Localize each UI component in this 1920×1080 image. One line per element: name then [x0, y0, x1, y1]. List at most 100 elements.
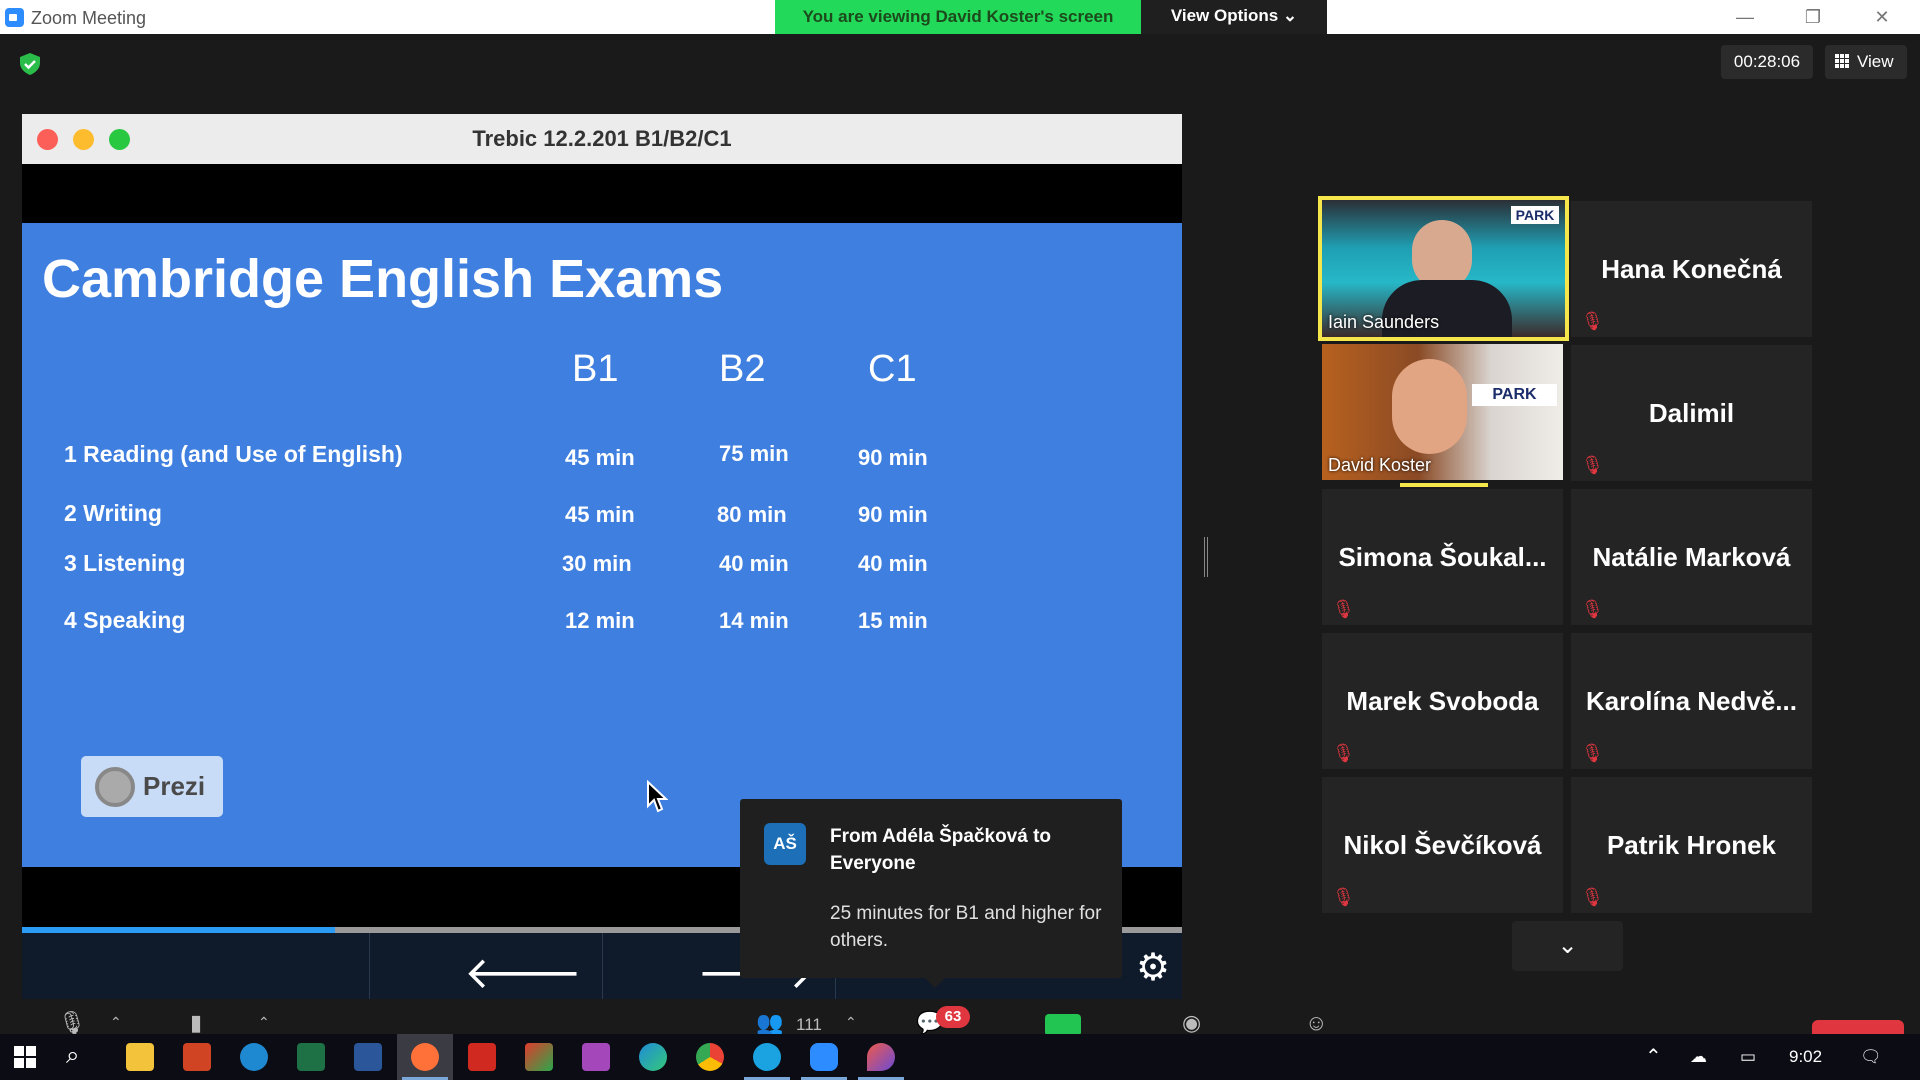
column-header-c1: C1 — [868, 348, 917, 390]
taskbar-clock[interactable]: 9:02 — [1789, 1047, 1822, 1067]
minimize-button[interactable]: — — [1725, 4, 1765, 30]
participant-name: Dalimil — [1648, 398, 1735, 428]
grid-icon — [1835, 54, 1849, 68]
participant-name: Iain Saunders — [1328, 312, 1440, 332]
reactions-icon[interactable]: ☺ — [1305, 1010, 1327, 1034]
video-tile-iain-saunders[interactable]: PARK Iain Saunders — [1318, 196, 1569, 341]
onedrive-icon[interactable]: ☁ — [1690, 1047, 1707, 1067]
participant-tile[interactable]: Patrik Hronek 🎙︎ — [1571, 777, 1812, 913]
share-screen-icon[interactable] — [1045, 1014, 1081, 1034]
presentation-slide: Cambridge English Exams B1 B2 C1 1 Readi… — [22, 223, 1182, 867]
chat-message: 25 minutes for B1 and higher for others. — [830, 903, 1102, 951]
excel-icon[interactable] — [297, 1043, 325, 1071]
participants-count: 111 — [796, 1015, 822, 1034]
app-icon[interactable] — [753, 1043, 781, 1071]
restore-button[interactable]: ❐ — [1793, 4, 1833, 30]
muted-mic-icon: 🎙︎ — [1332, 743, 1355, 763]
participant-name: Hana Konečná — [1601, 254, 1782, 284]
powerpoint-icon[interactable] — [183, 1043, 211, 1071]
park-logo-badge: PARK — [1511, 206, 1559, 224]
participant-name: Karolína Nedvě... — [1586, 686, 1797, 716]
participant-name: Nikol Ševčíková — [1343, 830, 1542, 860]
previous-slide-arrow-icon[interactable]: 🡐 — [464, 945, 582, 999]
window-title: Zoom Meeting — [31, 8, 147, 28]
table-cell: 12 min — [565, 608, 635, 633]
chevron-up-icon[interactable]: ⌃ — [1645, 1044, 1662, 1069]
search-icon[interactable]: ⌕ — [66, 1042, 79, 1070]
participant-name: Marek Svoboda — [1346, 686, 1539, 716]
zoom-taskbar-icon[interactable] — [810, 1043, 838, 1071]
mute-mic-icon[interactable]: 🎙︎ — [58, 1010, 86, 1034]
participant-tile[interactable]: Dalimil 🎙︎ — [1571, 345, 1812, 481]
prezi-logo-text: Prezi — [143, 771, 206, 801]
chevron-up-icon[interactable]: ⌃ — [258, 1014, 270, 1031]
participant-tile[interactable]: Simona Šoukal... 🎙︎ — [1322, 489, 1563, 625]
word-icon[interactable] — [354, 1043, 382, 1071]
record-icon[interactable]: ◉ — [1182, 1010, 1201, 1034]
chat-notification[interactable]: AŠ From Adéla Špačková to Everyone 25 mi… — [740, 799, 1122, 988]
chrome-icon[interactable] — [696, 1043, 724, 1071]
meeting-timer: 00:28:06 — [1721, 45, 1813, 79]
leave-button[interactable] — [1812, 1020, 1904, 1034]
avatar: AŠ — [764, 823, 806, 865]
close-button[interactable]: ✕ — [1862, 4, 1902, 30]
shield-icon[interactable] — [18, 52, 42, 76]
onenote-icon[interactable] — [582, 1043, 610, 1071]
table-cell: 40 min — [719, 551, 789, 576]
muted-mic-icon: 🎙︎ — [1581, 743, 1604, 763]
acrobat-icon[interactable] — [468, 1043, 496, 1071]
muted-mic-icon: 🎙︎ — [1581, 599, 1604, 619]
participant-face — [1392, 359, 1467, 454]
prezi-logo-icon — [95, 767, 135, 807]
park-logo-badge: PARK — [1472, 384, 1557, 406]
file-explorer-icon[interactable] — [126, 1043, 154, 1071]
browser-icon[interactable] — [240, 1043, 268, 1071]
table-cell: 45 min — [565, 445, 635, 470]
chat-badge: 63 — [936, 1006, 970, 1028]
video-tile-david-koster[interactable]: PARK David Koster — [1322, 344, 1563, 487]
firefox-icon[interactable] — [411, 1043, 439, 1071]
app-icon[interactable] — [867, 1043, 895, 1071]
view-options-button[interactable]: View Options ⌄ — [1141, 0, 1327, 34]
divider — [602, 933, 603, 999]
table-cell: 15 min — [858, 608, 928, 633]
muted-mic-icon: 🎙︎ — [1581, 887, 1604, 907]
participants-icon[interactable]: 👥 — [756, 1010, 783, 1034]
notifications-icon[interactable]: 🗨 — [1860, 1047, 1882, 1067]
prezi-logo: Prezi — [81, 756, 223, 817]
windows-start-icon[interactable] — [14, 1046, 36, 1068]
stop-video-icon[interactable]: ▮ — [190, 1010, 202, 1034]
muted-mic-icon: 🎙︎ — [1581, 455, 1604, 475]
table-cell: 90 min — [858, 502, 928, 527]
participant-name: Patrik Hronek — [1606, 830, 1777, 860]
app-icon[interactable] — [525, 1043, 553, 1071]
battery-icon[interactable]: ▭ — [1740, 1047, 1756, 1067]
meeting-toolbar: 🎙︎ ⌃ ▮ ⌃ 👥 111 ⌃ 💬 63 ◉ ☺ — [0, 1006, 1920, 1034]
window-title-bar: Zoom Meeting You are viewing David Koste… — [0, 0, 1920, 34]
participant-tile[interactable]: Hana Konečná 🎙︎ — [1571, 201, 1812, 337]
chat-sender: From Adéla Špačková to Everyone — [830, 826, 1052, 874]
view-button-label: View — [1857, 52, 1894, 71]
muted-mic-icon: 🎙︎ — [1332, 887, 1355, 907]
column-header-b2: B2 — [719, 348, 766, 390]
chevron-up-icon[interactable]: ⌃ — [845, 1014, 857, 1031]
gear-icon[interactable]: ⚙ — [1136, 945, 1170, 990]
row-label-reading: 1 Reading (and Use of English) — [64, 441, 403, 467]
participant-tile[interactable]: Nikol Ševčíková 🎙︎ — [1322, 777, 1563, 913]
slide-title: Cambridge English Exams — [42, 249, 724, 309]
chevron-up-icon[interactable]: ⌃ — [110, 1014, 122, 1031]
gallery-next-page-button[interactable]: ⌄ — [1512, 921, 1623, 971]
participant-tile[interactable]: Marek Svoboda 🎙︎ — [1322, 633, 1563, 769]
table-cell: 75 min — [719, 441, 789, 466]
edge-icon[interactable] — [639, 1043, 667, 1071]
resize-handle[interactable] — [1204, 537, 1208, 577]
participant-tile[interactable]: Karolína Nedvě... 🎙︎ — [1571, 633, 1812, 769]
table-cell: 14 min — [719, 608, 789, 633]
table-cell: 90 min — [858, 445, 928, 470]
view-button[interactable]: View — [1825, 45, 1907, 79]
divider — [369, 933, 370, 999]
chevron-down-icon: ⌄ — [1557, 932, 1578, 959]
shared-window-titlebar: Trebic 12.2.201 B1/B2/C1 — [22, 114, 1182, 164]
participant-tile[interactable]: Natálie Marková 🎙︎ — [1571, 489, 1812, 625]
shared-window-title: Trebic 12.2.201 B1/B2/C1 — [472, 126, 732, 151]
